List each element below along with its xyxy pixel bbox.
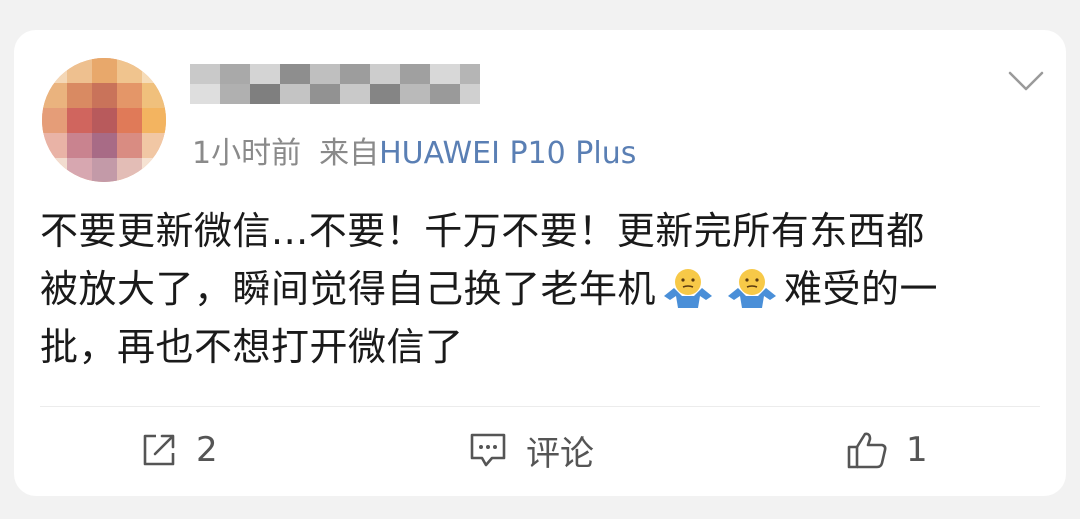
repost-button[interactable]: 2	[140, 428, 218, 472]
shrug-emoji-icon	[664, 269, 713, 308]
post-content-line: 不要更新微信...不要！千万不要！更新完所有东西都	[40, 209, 925, 253]
post-time: 1小时前	[192, 136, 302, 171]
chevron-down-icon[interactable]	[1008, 70, 1044, 92]
like-count: 1	[906, 430, 928, 470]
post-content-segment: 难受的一	[784, 267, 939, 311]
post-source-prefix: 来自	[319, 136, 380, 171]
username	[190, 64, 480, 104]
weibo-post-card: 1小时前 来自HUAWEI P10 Plus 不要更新微信...不要！千万不要！更…	[14, 30, 1066, 496]
thumbs-up-icon	[847, 432, 887, 469]
post-content-segment: 被放大了，瞬间觉得自己换了老年机	[40, 267, 657, 311]
divider	[40, 406, 1040, 407]
comment-icon	[470, 433, 506, 467]
post-device[interactable]: HUAWEI P10 Plus	[379, 136, 636, 171]
shrug-emoji-icon	[728, 269, 777, 308]
post-content: 不要更新微信...不要！千万不要！更新完所有东西都 被放大了，瞬间觉得自己换了老…	[40, 202, 1050, 376]
like-button[interactable]: 1	[846, 428, 928, 472]
comment-label: 评论	[526, 433, 594, 474]
avatar[interactable]	[42, 58, 166, 182]
share-icon	[143, 434, 175, 466]
comment-button[interactable]: 评论	[468, 428, 594, 474]
post-meta: 1小时前 来自HUAWEI P10 Plus	[192, 128, 636, 172]
post-content-line: 被放大了，瞬间觉得自己换了老年机 难受的一	[40, 260, 1050, 318]
post-content-line: 批，再也不想打开微信了	[40, 325, 464, 369]
repost-count: 2	[196, 430, 218, 470]
